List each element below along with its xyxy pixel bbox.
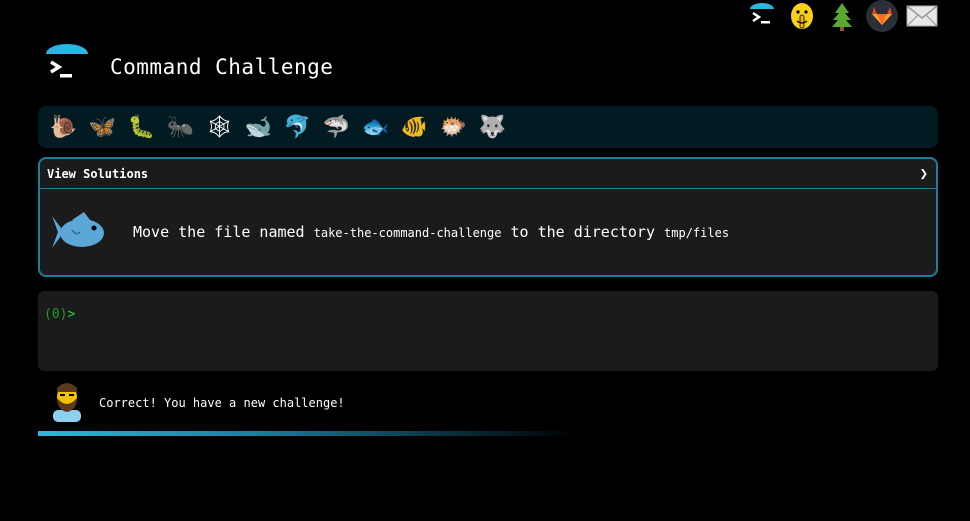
- challenge-panel: View Solutions ❯ Move the file named tak…: [38, 157, 938, 277]
- level-wolf-icon[interactable]: 🐺: [473, 109, 512, 145]
- instruction-text-1: Move the file named: [133, 223, 314, 241]
- logo-icon[interactable]: [44, 42, 90, 92]
- level-butterfly-icon[interactable]: 🦋: [83, 109, 122, 145]
- status-message: Correct! You have a new challenge!: [50, 380, 345, 426]
- challenge-body: Move the file named take-the-command-cha…: [40, 189, 936, 275]
- gitlab-badge: [866, 0, 898, 32]
- progress-bar: [38, 431, 578, 436]
- view-solutions-toggle[interactable]: View Solutions ❯: [40, 159, 936, 189]
- bearded-person-icon: [50, 380, 84, 426]
- level-bar: 🐌 🦋 🐛 🐜 🕸 🐋 🐬 🦈 🐟 🐠 🐡 🐺: [38, 106, 938, 148]
- level-snail-icon[interactable]: 🐌: [44, 109, 83, 145]
- header: Command Challenge: [44, 42, 333, 92]
- chevron-right-icon[interactable]: ❯: [920, 166, 928, 182]
- challenge-instruction: Move the file named take-the-command-cha…: [133, 223, 729, 241]
- prompt-arrow: >: [67, 307, 76, 322]
- tree-icon[interactable]: [826, 0, 858, 32]
- gitlab-icon[interactable]: [866, 0, 898, 32]
- level-whale-icon[interactable]: 🐋: [239, 109, 278, 145]
- page-title: Command Challenge: [110, 55, 334, 79]
- level-fish-icon[interactable]: 🐟: [356, 109, 395, 145]
- level-blowfish-icon[interactable]: 🐡: [434, 109, 473, 145]
- file-name: take-the-command-challenge: [313, 226, 502, 240]
- level-dolphin-icon[interactable]: 🐬: [278, 109, 317, 145]
- level-spider-web-icon[interactable]: 🕸: [200, 109, 239, 145]
- command-challenge-icon[interactable]: [746, 0, 778, 32]
- view-solutions-label: View Solutions: [47, 166, 149, 181]
- instruction-text-2: to the directory: [501, 223, 665, 241]
- level-shark-icon[interactable]: 🦈: [317, 109, 356, 145]
- top-nav: [746, 0, 938, 32]
- status-text: Correct! You have a new challenge!: [99, 396, 345, 410]
- level-tropical-fish-icon[interactable]: 🐠: [395, 109, 434, 145]
- level-caterpillar-icon[interactable]: 🐛: [122, 109, 161, 145]
- terminal-input[interactable]: (0)>: [38, 291, 938, 371]
- level-ant-icon[interactable]: 🐜: [161, 109, 200, 145]
- directory-name: tmp/files: [664, 226, 730, 240]
- fish-icon: [50, 210, 106, 254]
- envelope-icon[interactable]: [906, 0, 938, 32]
- prompt-exit-code: (0): [44, 307, 68, 322]
- shushing-face-icon[interactable]: [786, 0, 818, 32]
- page: Command Challenge 🐌 🦋 🐛 🐜 🕸 🐋 🐬 🦈 🐟 🐠 🐡 …: [0, 0, 970, 521]
